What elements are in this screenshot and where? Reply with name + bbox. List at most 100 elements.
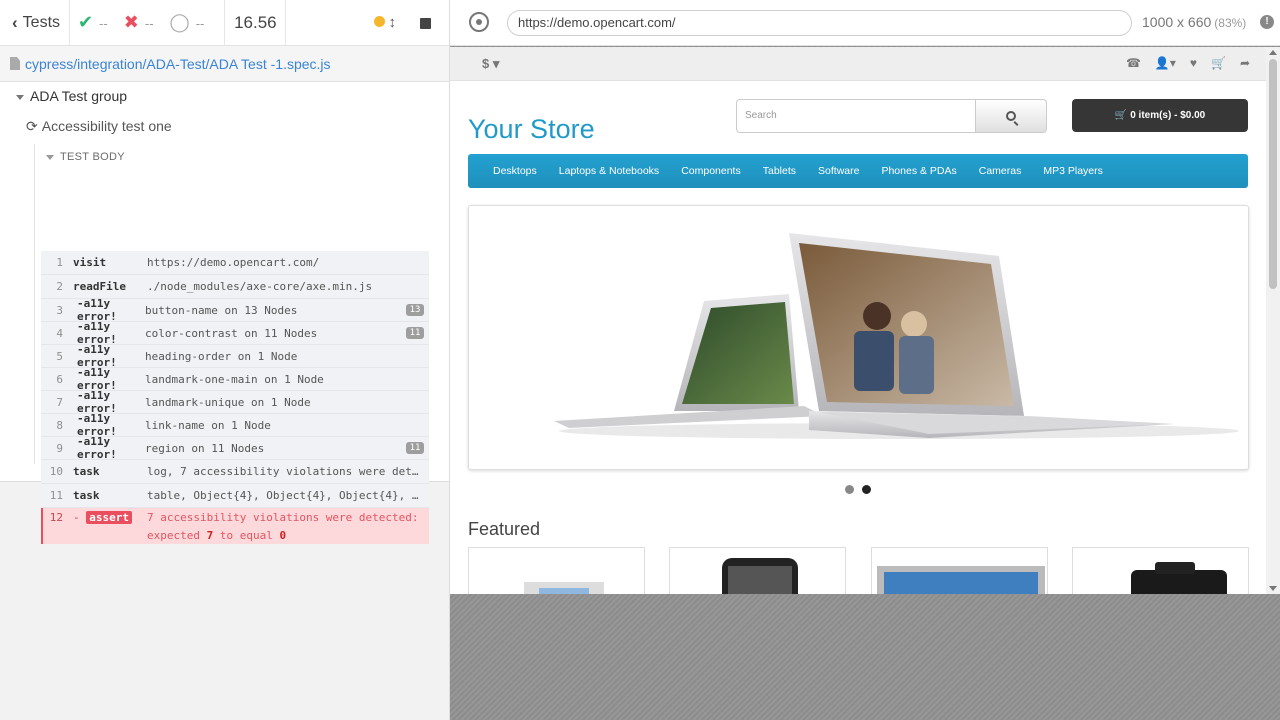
cart-icon[interactable]: 🛒 xyxy=(1211,56,1226,70)
product-card[interactable] xyxy=(1072,547,1249,594)
search-icon xyxy=(1006,111,1016,121)
menu-item[interactable]: Tablets xyxy=(752,165,807,177)
command-name: - assert xyxy=(69,511,147,524)
command-message: ./node_modules/axe-core/axe.min.js xyxy=(147,280,373,293)
command-name: visit xyxy=(73,256,107,269)
failed-command-row[interactable]: 12 - assert 7 accessibility violations wer… xyxy=(41,508,429,544)
runner-controls: ↕ xyxy=(309,0,449,46)
info-icon[interactable]: ! xyxy=(1260,15,1274,29)
command-number: 4 xyxy=(56,326,63,340)
menu-item[interactable]: Phones & PDAs xyxy=(870,165,967,177)
command-name: task xyxy=(73,465,100,478)
pager-dot-1[interactable] xyxy=(845,485,854,494)
command-message: landmark-unique on 1 Node xyxy=(145,395,311,409)
search-group: Search xyxy=(736,99,1047,133)
menu-item[interactable]: MP3 Players xyxy=(1032,165,1114,177)
top-links: ☎ 👤▾ ♥ 🛒 ➦ xyxy=(1126,56,1250,70)
menu-item[interactable]: Desktops xyxy=(482,165,548,177)
back-to-tests-button[interactable]: ‹ Tests xyxy=(0,0,70,46)
scroll-up-icon[interactable] xyxy=(1269,50,1277,55)
element-count-badge: 11 xyxy=(406,442,424,454)
command-message: link-name on 1 Node xyxy=(145,418,271,432)
menu-item[interactable]: Laptops & Notebooks xyxy=(548,165,670,177)
featured-heading: Featured xyxy=(468,519,541,539)
pager-dot-2[interactable] xyxy=(862,485,871,494)
aut-header: https://demo.opencart.com/ 1000 x 660 (83… xyxy=(450,0,1280,46)
command-number: 10 xyxy=(49,465,63,478)
selector-playground-icon[interactable] xyxy=(469,12,489,32)
command-name: -a11y error! xyxy=(77,435,117,461)
command-message: 7 accessibility violations were detected… xyxy=(147,511,419,542)
suite-title[interactable]: ADA Test group xyxy=(16,88,127,104)
spec-file-link[interactable]: cypress/integration/ADA-Test/ADA Test -1… xyxy=(25,56,331,72)
command-message: color-contrast on 11 Nodes xyxy=(145,326,318,340)
menu-item[interactable]: Cameras xyxy=(968,165,1033,177)
command-name: task xyxy=(73,489,100,502)
account-icon[interactable]: 👤▾ xyxy=(1155,56,1176,70)
product-card[interactable] xyxy=(871,547,1048,594)
command-row[interactable]: 1 visit https://demo.opencart.com/ xyxy=(41,251,429,275)
command-message: heading-order on 1 Node xyxy=(145,349,298,363)
stats-header: ‹ Tests ✔ -- ✖ -- ◯ -- 16.56 ↕ xyxy=(0,0,449,46)
check-icon: ✔ xyxy=(78,12,94,32)
element-count-badge: 11 xyxy=(406,327,424,339)
command-message: table, Object{4}, Object{4}, Object{4}, … xyxy=(147,489,429,502)
checkout-icon[interactable]: ➦ xyxy=(1240,56,1250,70)
slideshow-pager xyxy=(845,485,871,494)
scroll-thumb[interactable] xyxy=(1269,59,1277,289)
command-number: 9 xyxy=(56,441,63,455)
search-input[interactable]: Search xyxy=(736,99,976,133)
command-list: 1 visit https://demo.opencart.com/2 readFil… xyxy=(41,251,429,544)
command-number: 11 xyxy=(49,489,63,502)
site-scrollbar[interactable] xyxy=(1266,47,1280,594)
command-row[interactable]: 11 task table, Object{4}, Object{4}, Objec… xyxy=(41,484,429,508)
app-under-test-panel: https://demo.opencart.com/ 1000 x 660 (83… xyxy=(450,0,1280,720)
command-number: 7 xyxy=(56,395,63,409)
command-row[interactable]: 9 -a11y error! region on 11 Nodes 11 xyxy=(41,435,429,461)
store-logo[interactable]: Your Store xyxy=(468,114,595,145)
product-thumbnail xyxy=(1131,562,1227,594)
command-number: 8 xyxy=(56,418,63,432)
command-row[interactable]: 10 task log, 7 accessibility violations we… xyxy=(41,460,429,484)
command-number: 2 xyxy=(56,280,63,293)
slideshow-banner[interactable] xyxy=(468,205,1249,470)
command-row[interactable]: 6 -a11y error! landmark-one-main on 1 Node xyxy=(41,366,429,392)
command-row[interactable]: 8 -a11y error! link-name on 1 Node xyxy=(41,412,429,438)
command-row[interactable]: 7 -a11y error! landmark-unique on 1 Node xyxy=(41,389,429,415)
product-thumbnail xyxy=(722,558,798,594)
search-button[interactable] xyxy=(976,99,1047,133)
test-title[interactable]: ⟳ Accessibility test one xyxy=(26,118,172,135)
viewport-size: 1000 x 660 (83%) xyxy=(1142,14,1247,30)
auto-scroll-toggle[interactable]: ↕ xyxy=(373,14,396,32)
command-message: landmark-one-main on 1 Node xyxy=(145,372,324,386)
menu-item[interactable]: Software xyxy=(807,165,870,177)
chevron-left-icon: ‹ xyxy=(12,12,18,32)
caret-down-icon xyxy=(46,154,54,160)
command-message: https://demo.opencart.com/ xyxy=(147,256,320,269)
product-card[interactable] xyxy=(468,547,645,594)
command-row[interactable]: 2 readFile ./node_modules/axe-core/axe.min… xyxy=(41,275,429,299)
currency-dropdown[interactable]: $ ▾ xyxy=(482,56,499,72)
scroll-down-icon[interactable] xyxy=(1269,586,1277,591)
command-message: region on 11 Nodes xyxy=(145,441,265,455)
test-body-hook[interactable]: TEST BODY xyxy=(46,151,125,163)
product-card[interactable] xyxy=(669,547,846,594)
command-row[interactable]: 4 -a11y error! color-contrast on 11 Nodes 1… xyxy=(41,320,429,346)
circle-pending-icon: ◯ xyxy=(169,12,190,32)
run-duration: 16.56 xyxy=(224,0,287,46)
wishlist-icon[interactable]: ♥ xyxy=(1190,56,1197,70)
command-row[interactable]: 3 -a11y error! button-name on 13 Nodes 13 xyxy=(41,297,429,323)
assert-badge: assert xyxy=(86,511,132,524)
phone-icon[interactable]: ☎ xyxy=(1126,56,1141,70)
file-icon xyxy=(10,57,20,70)
laptop-image xyxy=(554,233,1239,439)
pending-count: ◯ -- xyxy=(169,12,205,32)
passed-count: ✔ -- xyxy=(78,12,108,32)
cart-button[interactable]: 🛒 0 item(s) - $0.00 xyxy=(1072,99,1248,132)
stop-button[interactable] xyxy=(420,17,431,29)
menu-item[interactable]: Components xyxy=(670,165,752,177)
site-top-bar: $ ▾ ☎ 👤▾ ♥ 🛒 ➦ xyxy=(450,47,1280,81)
command-row[interactable]: 5 -a11y error! heading-order on 1 Node xyxy=(41,343,429,369)
x-icon: ✖ xyxy=(123,12,139,32)
url-bar[interactable]: https://demo.opencart.com/ xyxy=(507,10,1132,36)
